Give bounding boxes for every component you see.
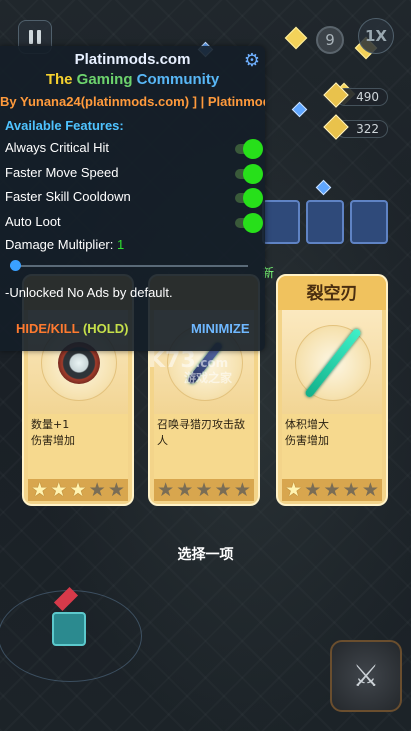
- player-tower: [52, 612, 86, 646]
- star-icon: ★: [323, 479, 341, 501]
- upgrade-card[interactable]: 裂空刃 体积增大 伤害增加 ★ ★ ★ ★ ★: [276, 274, 388, 506]
- star-icon: ★: [361, 479, 379, 501]
- sword-icon: [303, 327, 363, 399]
- skill-button[interactable]: ⚔: [330, 640, 402, 712]
- card-description: 体积增大 伤害增加: [282, 414, 382, 486]
- resource-value: 322: [356, 122, 379, 136]
- watermark-url: .com: [195, 356, 229, 370]
- hide-kill-button[interactable]: HIDE/KILL (HOLD): [16, 321, 128, 336]
- skill-slot: [262, 200, 300, 244]
- feature-toggle[interactable]: [235, 164, 263, 184]
- speed-button[interactable]: 1X: [358, 18, 394, 54]
- card-desc-line: 召唤寻猎刃攻击敌人: [157, 418, 245, 447]
- damage-slider-track[interactable]: [10, 265, 248, 267]
- card-description: 数量+1 伤害增加: [28, 414, 128, 486]
- feature-toggle[interactable]: [235, 188, 263, 208]
- features-heading: Available Features:: [5, 118, 124, 133]
- hero-skill-icon: ⚔: [352, 658, 380, 694]
- star-icon: ★: [157, 479, 175, 501]
- star-icon: ★: [195, 479, 213, 501]
- star-icon: ★: [69, 479, 87, 501]
- star-icon: ★: [176, 479, 194, 501]
- skill-slot: [350, 200, 388, 244]
- card-stars: ★ ★ ★ ★ ★: [282, 479, 382, 501]
- star-icon: ★: [31, 479, 49, 501]
- damage-slider-handle[interactable]: [10, 260, 21, 271]
- feature-label: Faster Move Speed: [5, 165, 119, 180]
- feature-toggle[interactable]: [235, 213, 263, 233]
- star-icon: ★: [214, 479, 232, 501]
- damage-multiplier-value: 1: [117, 237, 125, 252]
- damage-multiplier-label: Damage Multiplier: 1: [5, 237, 125, 252]
- card-title: 裂空刃: [278, 276, 386, 310]
- feature-toggle[interactable]: [235, 139, 263, 159]
- card-stars: ★ ★ ★ ★ ★: [154, 479, 254, 501]
- choose-prompt: 选择一项: [177, 547, 234, 563]
- resource-counter: 490: [323, 82, 388, 108]
- pause-icon: [29, 30, 33, 44]
- skill-slot: [306, 200, 344, 244]
- mod-menu-panel[interactable]: Platinmods.com The Gaming Community By Y…: [0, 46, 265, 351]
- card-desc-line: 伤害增加: [31, 434, 75, 447]
- star-icon: ★: [50, 479, 68, 501]
- card-art: [282, 310, 382, 414]
- gear-icon[interactable]: ⚙: [243, 52, 261, 70]
- star-icon: ★: [233, 479, 251, 501]
- star-icon: ★: [342, 479, 360, 501]
- card-stars: ★ ★ ★ ★ ★: [28, 479, 128, 501]
- resource-counter: 322: [323, 114, 388, 140]
- feature-label: Always Critical Hit: [5, 140, 110, 155]
- card-desc-line: 数量+1: [31, 418, 70, 431]
- info-text: -Unlocked No Ads by default.: [5, 285, 173, 300]
- feature-label: Auto Loot: [5, 214, 61, 229]
- mod-title: Platinmods.com: [74, 51, 191, 68]
- resource-value: 490: [356, 90, 379, 104]
- watermark-sub: 游戏之家: [184, 371, 233, 385]
- mod-credits: By Yunana24(platinmods.com) ] | Platinmo…: [0, 94, 265, 109]
- feature-label: Faster Skill Cooldown: [5, 189, 131, 204]
- card-desc-line: 体积增大: [285, 418, 329, 431]
- star-icon: ★: [88, 479, 106, 501]
- wave-badge: 9: [316, 26, 344, 54]
- card-desc-line: 伤害增加: [285, 434, 329, 447]
- skill-slots: [262, 200, 388, 244]
- minimize-button[interactable]: MINIMIZE: [191, 321, 250, 336]
- star-icon: ★: [304, 479, 322, 501]
- star-icon: ★: [285, 479, 303, 501]
- star-icon: ★: [107, 479, 125, 501]
- mod-subtitle: The Gaming Community: [45, 71, 220, 88]
- card-description: 召唤寻猎刃攻击敌人: [154, 414, 254, 486]
- watermark: K73.com 游戏之家: [148, 348, 232, 386]
